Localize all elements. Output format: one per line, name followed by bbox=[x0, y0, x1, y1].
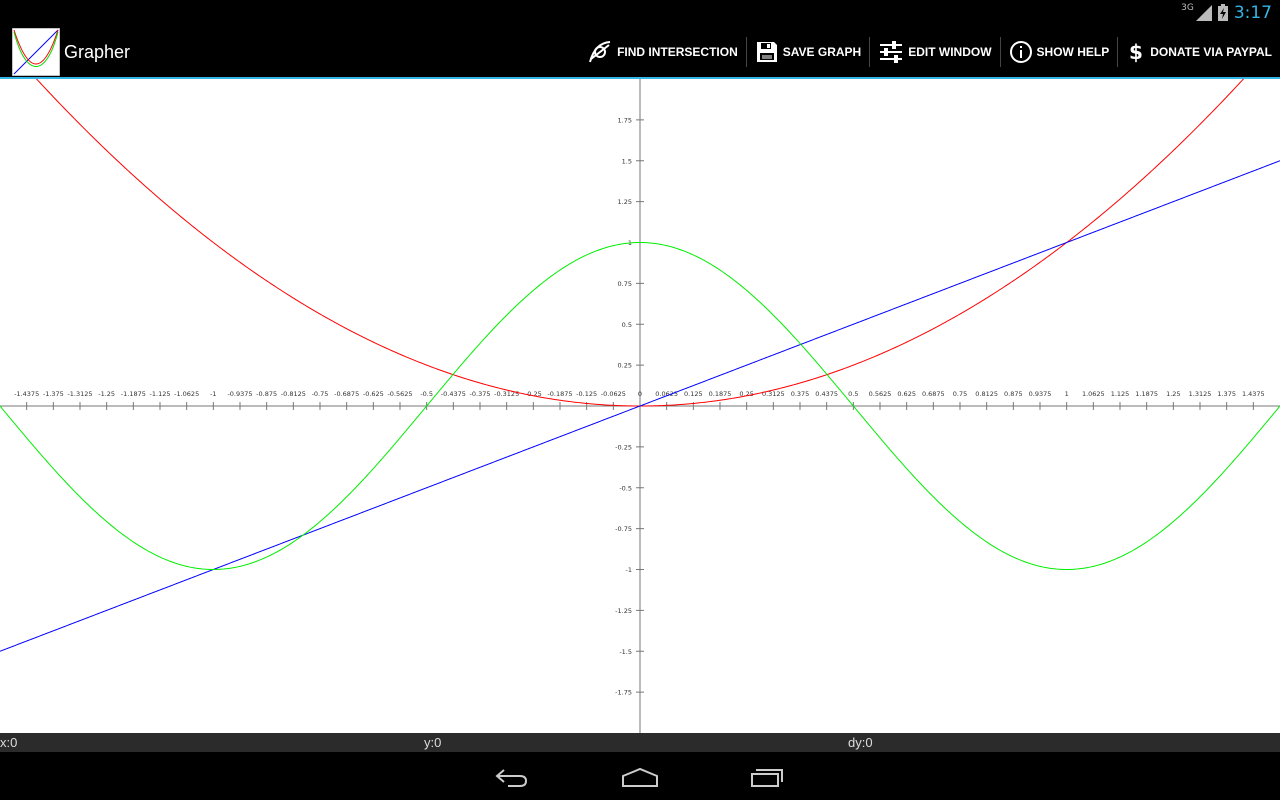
x-tick-label: 0.8125 bbox=[975, 390, 998, 398]
x-tick-label: 0.5 bbox=[848, 390, 858, 398]
save-icon bbox=[756, 42, 777, 62]
x-tick-label: -1.4375 bbox=[14, 390, 39, 398]
x-tick-label: 0.375 bbox=[791, 390, 810, 398]
status-icons: 3G 3:17 bbox=[1181, 0, 1272, 25]
back-icon bbox=[495, 769, 528, 787]
x-tick-label: -0.6875 bbox=[334, 390, 359, 398]
dollar-icon: $ bbox=[1129, 40, 1143, 64]
x-tick-label: 0.4375 bbox=[815, 390, 838, 398]
y-tick-label: -1.25 bbox=[615, 607, 632, 615]
x-tick-label: -0.125 bbox=[576, 390, 597, 398]
x-tick-label: 0.1875 bbox=[709, 390, 732, 398]
x-tick-label: -1.25 bbox=[98, 390, 115, 398]
x-tick-label: -1 bbox=[210, 390, 216, 398]
action-items: FIND INTERSECTION SAVE GRAPH EDIT WINDOW… bbox=[579, 25, 1280, 79]
x-tick-label: -0.4375 bbox=[441, 390, 466, 398]
y-tick-label: -0.5 bbox=[619, 484, 632, 492]
home-icon bbox=[622, 767, 658, 787]
x-tick-label: 1 bbox=[1065, 390, 1069, 398]
dy-readout: dy:0 bbox=[848, 735, 873, 750]
y-tick-label: -1.75 bbox=[615, 689, 632, 697]
x-tick-label: -1.375 bbox=[43, 390, 64, 398]
status-bar: 3G 3:17 bbox=[0, 0, 1280, 25]
y-readout: y:0 bbox=[424, 735, 442, 750]
y-tick-label: 0.75 bbox=[618, 280, 632, 288]
x-tick-label: 1.0625 bbox=[1082, 390, 1105, 398]
edit-window-label: EDIT WINDOW bbox=[908, 45, 992, 59]
battery-icon bbox=[1217, 4, 1228, 21]
home-button[interactable] bbox=[610, 762, 670, 792]
x-tick-label: -1.125 bbox=[150, 390, 171, 398]
x-tick-label: 1.4375 bbox=[1242, 390, 1265, 398]
y-tick-label: 0.5 bbox=[622, 321, 632, 329]
donate-paypal-button[interactable]: $ DONATE VIA PAYPAL bbox=[1118, 25, 1280, 79]
x-tick-label: 0.0625 bbox=[655, 390, 678, 398]
save-graph-label: SAVE GRAPH bbox=[782, 45, 862, 59]
x-tick-label: -0.875 bbox=[256, 390, 277, 398]
y-tick-label: 1.25 bbox=[618, 198, 632, 206]
show-help-label: SHOW HELP bbox=[1036, 45, 1110, 59]
x-tick-label: 0.125 bbox=[684, 390, 703, 398]
edit-window-button[interactable]: EDIT WINDOW bbox=[870, 25, 999, 79]
x-tick-label: -0.3125 bbox=[494, 390, 519, 398]
y-tick-label: -0.75 bbox=[615, 525, 632, 533]
x-tick-label: 1.125 bbox=[1111, 390, 1130, 398]
y-tick-label: 1.5 bbox=[622, 157, 632, 165]
x-tick-label: 1.25 bbox=[1166, 390, 1180, 398]
app-logo-icon[interactable] bbox=[12, 28, 60, 76]
graph-canvas[interactable]: -1.4375 -1.375 -1.3125 -1.25 -1.1875 -1.125 -1… bbox=[0, 79, 1280, 733]
x-tick-label: -0.5 bbox=[420, 390, 433, 398]
x-tick-label: -0.625 bbox=[363, 390, 384, 398]
x-tick-label: 0.625 bbox=[897, 390, 916, 398]
recents-button[interactable] bbox=[738, 762, 798, 792]
x-tick-label: 1.375 bbox=[1217, 390, 1236, 398]
x-tick-label: 0.9375 bbox=[1029, 390, 1052, 398]
status-clock: 3:17 bbox=[1233, 2, 1272, 23]
x-tick-label: 1.3125 bbox=[1189, 390, 1212, 398]
y-tick-label: -1.5 bbox=[619, 648, 632, 656]
sliders-icon bbox=[880, 41, 903, 63]
x-tick-label: -0.5625 bbox=[387, 390, 412, 398]
x-tick-label: -0.0625 bbox=[601, 390, 626, 398]
x-tick-label: -0.1875 bbox=[547, 390, 572, 398]
x-tick-label: -0.75 bbox=[312, 390, 329, 398]
x-tick-label: -0.9375 bbox=[227, 390, 252, 398]
signal-icon bbox=[1195, 4, 1212, 21]
y-tick-label: -1 bbox=[626, 566, 632, 574]
graph-svg[interactable]: -1.4375 -1.375 -1.3125 -1.25 -1.1875 -1.125 -1… bbox=[0, 79, 1280, 733]
show-help-button[interactable]: SHOW HELP bbox=[1001, 25, 1118, 79]
x-tick-label: -1.1875 bbox=[121, 390, 146, 398]
back-button[interactable] bbox=[482, 762, 542, 792]
x-readout: x:0 bbox=[0, 735, 18, 750]
recents-icon bbox=[751, 769, 783, 787]
x-tick-label: 0.75 bbox=[953, 390, 967, 398]
find-intersection-label: FIND INTERSECTION bbox=[617, 45, 738, 59]
x-tick-label: -0.8125 bbox=[281, 390, 306, 398]
y-tick-label: 0.25 bbox=[618, 362, 632, 370]
x-tick-label: 0.3125 bbox=[762, 390, 785, 398]
x-tick-label: 0.5625 bbox=[869, 390, 892, 398]
app-title: Grapher bbox=[64, 42, 131, 62]
save-graph-button[interactable]: SAVE GRAPH bbox=[747, 25, 869, 79]
x-tick-label: 0.6875 bbox=[922, 390, 945, 398]
coordinate-readout-bar: x:0 y:0 dy:0 bbox=[0, 733, 1280, 752]
intersection-icon bbox=[589, 41, 611, 63]
x-tick-label: 1.1875 bbox=[1135, 390, 1158, 398]
x-tick-label: -1.0625 bbox=[174, 390, 199, 398]
y-tick-label: 1.75 bbox=[618, 116, 632, 124]
find-intersection-button[interactable]: FIND INTERSECTION bbox=[579, 25, 746, 79]
navigation-bar bbox=[0, 752, 1280, 800]
x-tick-label: -1.3125 bbox=[67, 390, 92, 398]
x-tick-label: -0.375 bbox=[470, 390, 491, 398]
info-icon bbox=[1009, 41, 1032, 63]
network-type-label: 3G bbox=[1181, 2, 1194, 13]
donate-paypal-label: DONATE VIA PAYPAL bbox=[1150, 45, 1272, 59]
x-tick-label: 0 bbox=[638, 390, 642, 398]
action-bar: Grapher FIND INTERSECTION SAVE GRAPH EDI… bbox=[0, 25, 1280, 79]
svg-text:$: $ bbox=[1129, 40, 1143, 64]
y-tick-label: -0.25 bbox=[615, 443, 632, 451]
x-tick-label: 0.875 bbox=[1004, 390, 1023, 398]
